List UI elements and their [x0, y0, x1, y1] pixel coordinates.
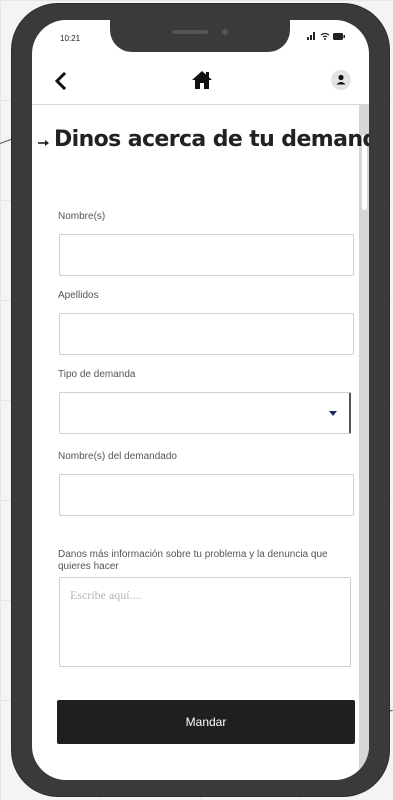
defendant-name-label: Nombre(s) del demandado: [58, 451, 177, 462]
user-icon: [336, 74, 346, 85]
caret-down-icon: [329, 411, 337, 416]
phone-notch: [110, 20, 290, 52]
annotation-connector-left: [0, 138, 12, 144]
home-icon[interactable]: [190, 68, 214, 92]
page-title: Dinos acerca de tu demanda: [54, 127, 369, 152]
description-textarea[interactable]: [59, 577, 351, 667]
wifi-icon: [320, 32, 330, 40]
status-bar: 10:21: [32, 20, 369, 56]
front-camera: [222, 29, 228, 35]
submit-button[interactable]: Mandar: [57, 700, 355, 744]
speaker-grille: [172, 30, 208, 34]
claim-type-label: Tipo de demanda: [58, 369, 136, 380]
last-name-input[interactable]: [59, 313, 354, 355]
first-name-label: Nombre(s): [58, 211, 106, 222]
nav-bar: [32, 58, 369, 105]
status-icons: [307, 32, 345, 40]
profile-avatar-button[interactable]: [331, 70, 351, 90]
phone-frame: 10:21 Dinos acerca de tu demanda Nombre(…: [12, 4, 389, 796]
chevron-left-icon[interactable]: [50, 70, 72, 92]
signal-icon: [307, 32, 315, 40]
form-content: Dinos acerca de tu demanda Nombre(s) Ape…: [32, 105, 369, 780]
phone-screen: 10:21 Dinos acerca de tu demanda Nombre(…: [32, 20, 369, 780]
first-name-input[interactable]: [59, 234, 354, 276]
scrollbar[interactable]: [359, 105, 369, 780]
last-name-label: Apellidos: [58, 290, 99, 301]
battery-icon: [333, 33, 345, 40]
defendant-name-input[interactable]: [59, 474, 354, 516]
title-arrow-icon: [38, 136, 50, 148]
claim-type-select[interactable]: [59, 392, 351, 434]
status-time: 10:21: [60, 34, 81, 43]
description-label: Danos más información sobre tu problema …: [58, 549, 328, 572]
